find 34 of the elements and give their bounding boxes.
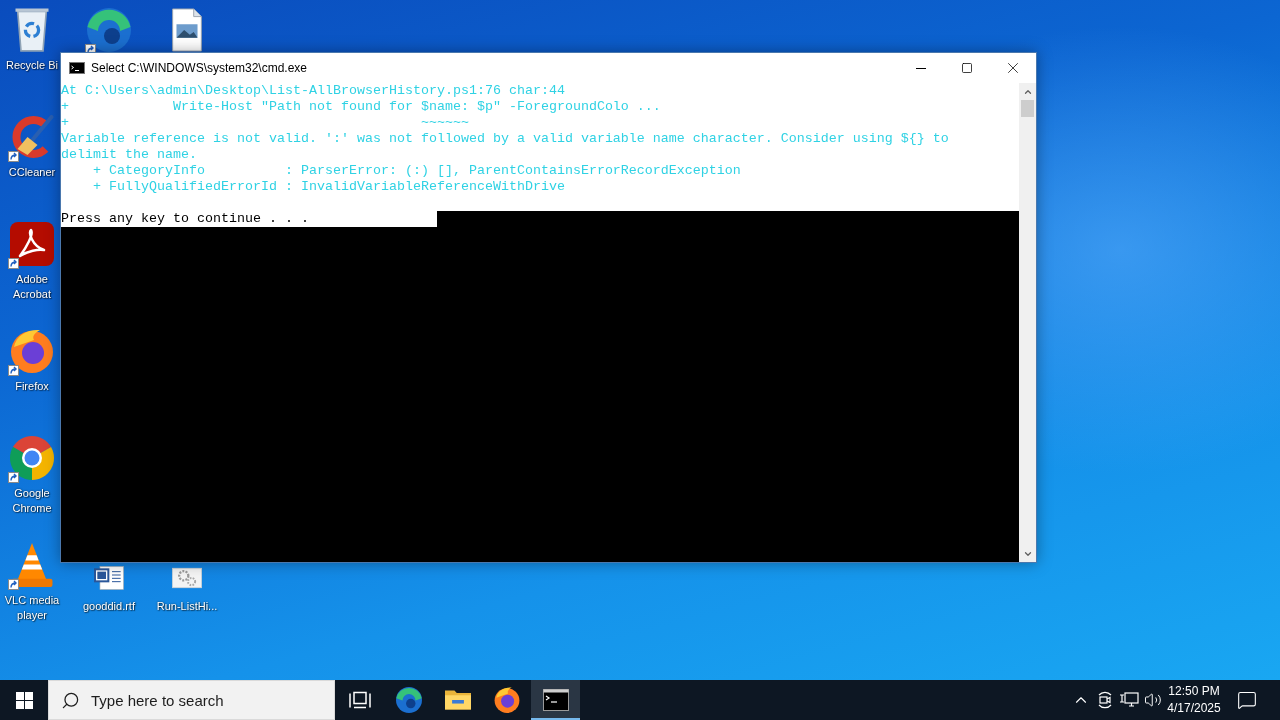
chrome-icon[interactable] — [10, 436, 54, 480]
console-prompt: Press any key to continue . . . — [61, 211, 437, 227]
scrollbar-thumb[interactable] — [1021, 100, 1034, 117]
desktop-icon-label[interactable]: Google Chrome — [4, 486, 60, 516]
minimize-icon — [916, 67, 926, 69]
swirl-logo-icon[interactable] — [87, 8, 131, 52]
maximize-icon — [961, 62, 973, 74]
desktop-icon-label[interactable]: CCleaner — [8, 165, 56, 180]
windows-logo-icon — [15, 691, 33, 709]
window-title: Select C:\WINDOWS\system32\cmd.exe — [91, 61, 308, 75]
desktop-icon-label[interactable]: Run-ListHi... — [156, 599, 218, 614]
network-icon — [1119, 691, 1139, 709]
swirl-logo-icon — [395, 687, 422, 713]
terminal-icon — [69, 62, 85, 74]
clock[interactable]: 12:50 PM 4/17/2025 — [1165, 680, 1223, 720]
terminal-icon — [542, 687, 569, 713]
firefox-icon[interactable] — [10, 329, 54, 373]
pdf-app-icon[interactable] — [10, 222, 54, 266]
desktop-icon-label[interactable]: VLC media player — [4, 593, 60, 623]
desktop-icon-label[interactable]: Adobe Acrobat — [4, 272, 60, 302]
speaker-icon — [1144, 691, 1162, 709]
notification-icon — [1237, 690, 1257, 710]
desktop-icon-label[interactable]: Firefox — [15, 379, 49, 394]
search-box[interactable]: Type here to search — [48, 680, 335, 720]
document-icon[interactable] — [94, 563, 124, 593]
ccleaner-icon[interactable] — [10, 115, 54, 159]
task-view-icon — [348, 689, 371, 711]
firefox-icon — [493, 687, 520, 713]
desktop-icon-label[interactable]: Recycle Bi — [6, 58, 58, 73]
taskbar-app-button[interactable] — [531, 680, 580, 720]
search-icon — [61, 690, 80, 710]
camera-icon — [1096, 691, 1114, 709]
desktop-icon-label[interactable]: gooddid.rtf — [83, 599, 135, 614]
search-field[interactable]: Type here to search — [91, 691, 291, 709]
